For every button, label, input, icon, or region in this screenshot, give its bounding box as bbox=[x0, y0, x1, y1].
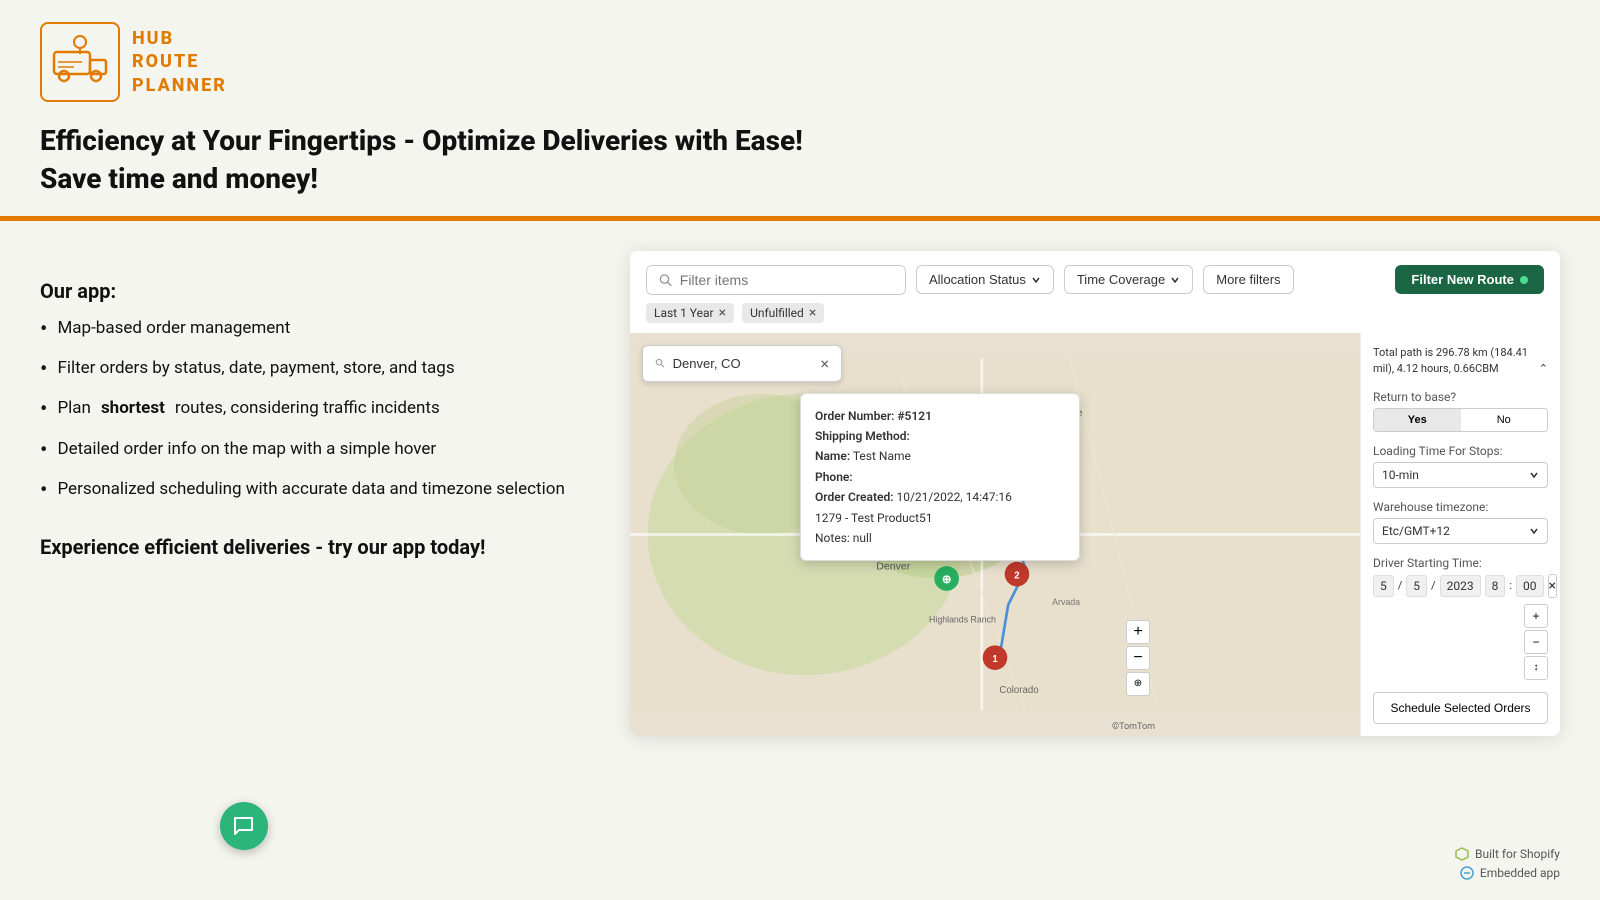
feature-item-1: Map-based order management bbox=[40, 317, 590, 343]
map-search-icon bbox=[655, 357, 665, 369]
logo-icon bbox=[50, 32, 110, 92]
expand-icon[interactable]: ⌃ bbox=[1539, 361, 1548, 378]
right-sidebar: Total path is 296.78 km (184.41 mil), 4.… bbox=[1360, 333, 1560, 736]
time-min[interactable]: 00 bbox=[1516, 575, 1544, 597]
embedded-icon bbox=[1460, 866, 1474, 880]
headline: Efficiency at Your Fingertips - Optimize… bbox=[40, 122, 1560, 198]
map-area[interactable]: Cheyenne Denver Rocky Mtn National Park … bbox=[630, 333, 1360, 736]
driver-start-time-row: 5 / 5 / 2023 8 : 00 × ⊡ bbox=[1373, 574, 1548, 598]
svg-text:Highlands Ranch: Highlands Ranch bbox=[929, 614, 996, 624]
cta-text: Experience efficient deliveries - try ou… bbox=[40, 533, 590, 561]
zoom-out-button[interactable]: − bbox=[1126, 646, 1150, 670]
svg-text:⊕: ⊕ bbox=[942, 573, 952, 585]
status-dot bbox=[1520, 276, 1528, 284]
date-month[interactable]: 5 bbox=[1373, 575, 1394, 597]
filter-new-route-button[interactable]: Filter New Route bbox=[1395, 265, 1544, 294]
chevron-down-icon-3 bbox=[1529, 470, 1539, 480]
tomtom-credit: ©TomTom bbox=[1112, 722, 1155, 732]
remove-tag-unfulfilled[interactable]: × bbox=[809, 306, 816, 320]
driver-start-section: Driver Starting Time: 5 / 5 / 2023 8 : 0… bbox=[1373, 556, 1548, 680]
more-filters-button[interactable]: More filters bbox=[1203, 265, 1293, 294]
allocation-status-button[interactable]: Allocation Status bbox=[916, 265, 1054, 294]
feature-list: Map-based order management Filter orders… bbox=[40, 317, 590, 505]
chevron-down-icon-2 bbox=[1170, 275, 1180, 285]
search-input[interactable] bbox=[680, 272, 893, 288]
order-info-popup: Order Number: #5121 Shipping Method: Nam… bbox=[800, 393, 1080, 562]
map-search-box[interactable]: × bbox=[642, 345, 842, 382]
logo-text: HUB ROUTE PLANNER bbox=[132, 27, 227, 97]
svg-text:Colorado: Colorado bbox=[999, 684, 1038, 695]
zoom-in-button[interactable]: + bbox=[1126, 620, 1150, 644]
feature-item-5: Personalized scheduling with accurate da… bbox=[40, 478, 590, 504]
order-created-label: Order Created: bbox=[815, 490, 893, 504]
feature-item-4: Detailed order info on the map with a si… bbox=[40, 438, 590, 464]
shopify-badge: Built for Shopify bbox=[1455, 847, 1560, 861]
name-label: Name: bbox=[815, 449, 850, 463]
tag-unfulfilled: Unfulfilled × bbox=[742, 303, 824, 323]
map-search-clear[interactable]: × bbox=[820, 354, 829, 373]
loading-time-dropdown[interactable]: 10-min bbox=[1373, 462, 1548, 488]
time-increment-button[interactable]: + bbox=[1524, 604, 1548, 628]
search-box[interactable] bbox=[646, 265, 906, 295]
logo-box bbox=[40, 22, 120, 102]
left-panel: Our app: Map-based order management Filt… bbox=[40, 251, 590, 736]
chat-icon bbox=[232, 814, 256, 838]
bottom-badges: Built for Shopify Embedded app bbox=[1455, 847, 1560, 880]
warehouse-tz-dropdown[interactable]: Etc/GMT+12 bbox=[1373, 518, 1548, 544]
embedded-badge: Embedded app bbox=[1460, 866, 1560, 880]
search-icon bbox=[659, 273, 672, 287]
return-to-base-toggle[interactable]: Yes No bbox=[1373, 408, 1548, 432]
app-screenshot: Allocation Status Time Coverage More fil… bbox=[630, 251, 1560, 736]
svg-text:Denver: Denver bbox=[876, 560, 910, 572]
feature-item-3: Plan shortest routes, considering traffi… bbox=[40, 397, 590, 423]
time-center-button[interactable]: ↕ bbox=[1524, 656, 1548, 680]
time-hour[interactable]: 8 bbox=[1485, 575, 1506, 597]
return-to-base-section: Return to base? Yes No bbox=[1373, 390, 1548, 432]
our-app-label: Our app: bbox=[40, 279, 590, 303]
map-container: Cheyenne Denver Rocky Mtn National Park … bbox=[630, 333, 1560, 736]
warehouse-tz-section: Warehouse timezone: Etc/GMT+12 bbox=[1373, 500, 1548, 544]
yes-button[interactable]: Yes bbox=[1374, 409, 1461, 431]
svg-text:Arvada: Arvada bbox=[1052, 596, 1080, 606]
tags-row: Last 1 Year × Unfulfilled × bbox=[630, 303, 1560, 333]
loading-time-section: Loading Time For Stops: 10-min bbox=[1373, 444, 1548, 488]
no-button[interactable]: No bbox=[1461, 409, 1548, 431]
schedule-selected-orders-button[interactable]: Schedule Selected Orders bbox=[1373, 692, 1548, 724]
chevron-down-icon-4 bbox=[1529, 526, 1539, 536]
chat-bubble-button[interactable] bbox=[220, 802, 268, 850]
time-coverage-button[interactable]: Time Coverage bbox=[1064, 265, 1193, 294]
date-day[interactable]: 5 bbox=[1406, 575, 1427, 597]
map-search-input[interactable] bbox=[673, 356, 813, 371]
tag-last-1-year: Last 1 Year × bbox=[646, 303, 734, 323]
svg-text:1: 1 bbox=[992, 654, 998, 665]
svg-text:2: 2 bbox=[1014, 570, 1019, 581]
zoom-reset-button[interactable]: ⊕ bbox=[1126, 672, 1150, 696]
date-year[interactable]: 2023 bbox=[1440, 575, 1481, 597]
chevron-down-icon bbox=[1031, 275, 1041, 285]
clear-time-button[interactable]: × bbox=[1548, 574, 1557, 598]
feature-item-2: Filter orders by status, date, payment, … bbox=[40, 357, 590, 383]
shopify-icon bbox=[1455, 847, 1469, 861]
app-toolbar: Allocation Status Time Coverage More fil… bbox=[630, 251, 1560, 303]
logo-area: HUB ROUTE PLANNER bbox=[0, 0, 1600, 112]
path-info: Total path is 296.78 km (184.41 mil), 4.… bbox=[1373, 345, 1548, 378]
time-decrement-button[interactable]: − bbox=[1524, 630, 1548, 654]
remove-tag-last-1-year[interactable]: × bbox=[719, 306, 726, 320]
